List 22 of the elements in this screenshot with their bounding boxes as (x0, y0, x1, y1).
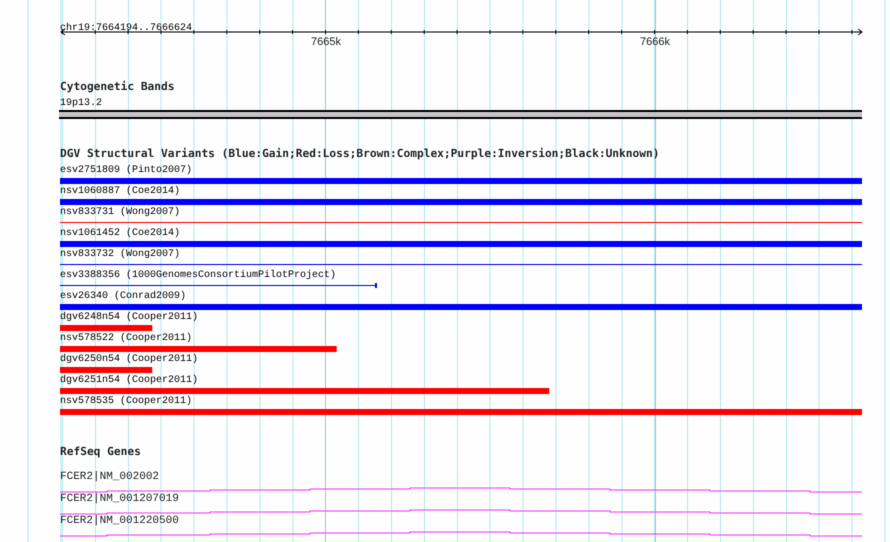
track-title: RefSeq Genes (60, 446, 141, 458)
track-title: DGV Structural Variants (Blue:Gain;Red:Loss;Brown:Complex;Purple:Inversion;Black:Unknown) (60, 148, 660, 160)
ruler-location: chr19:7664194..7666624 (60, 23, 192, 34)
variant-label: esv3388356 (1000GenomesConsortiumPilotProject) (60, 270, 338, 281)
variant-label: dgv6251n54 (Cooper2011) (60, 375, 200, 386)
variant-label: dgv6248n54 (Cooper2011) (60, 312, 200, 323)
variant-label: nsv833731 (Wong2007) (60, 207, 182, 218)
tick-label: 7665k (311, 36, 341, 48)
variant-label: nsv578535 (Cooper2011) (60, 396, 194, 407)
variant-label: nsv833732 (Wong2007) (60, 249, 182, 260)
gene-label: FCER2|NM_001220500 (60, 515, 179, 527)
variant-label: nsv1061452 (Coe2014) (60, 228, 182, 239)
track-title: Cytogenetic Bands (60, 81, 175, 93)
variant-label: nsv578522 (Cooper2011) (60, 333, 194, 344)
gene-label: FCER2|NM_001207019 (60, 493, 179, 505)
gene-label: FCER2|NM_002002 (60, 471, 160, 483)
variant-label: nsv1060887 (Coe2014) (60, 186, 182, 197)
band-label: 19p13.2 (60, 98, 104, 109)
variant-label: dgv6250n54 (Cooper2011) (60, 354, 200, 365)
tick-label: 7666k (640, 36, 670, 48)
variant-label: esv2751809 (Pinto2007) (60, 165, 194, 176)
variant-label: esv26340 (Conrad2009) (60, 291, 188, 302)
